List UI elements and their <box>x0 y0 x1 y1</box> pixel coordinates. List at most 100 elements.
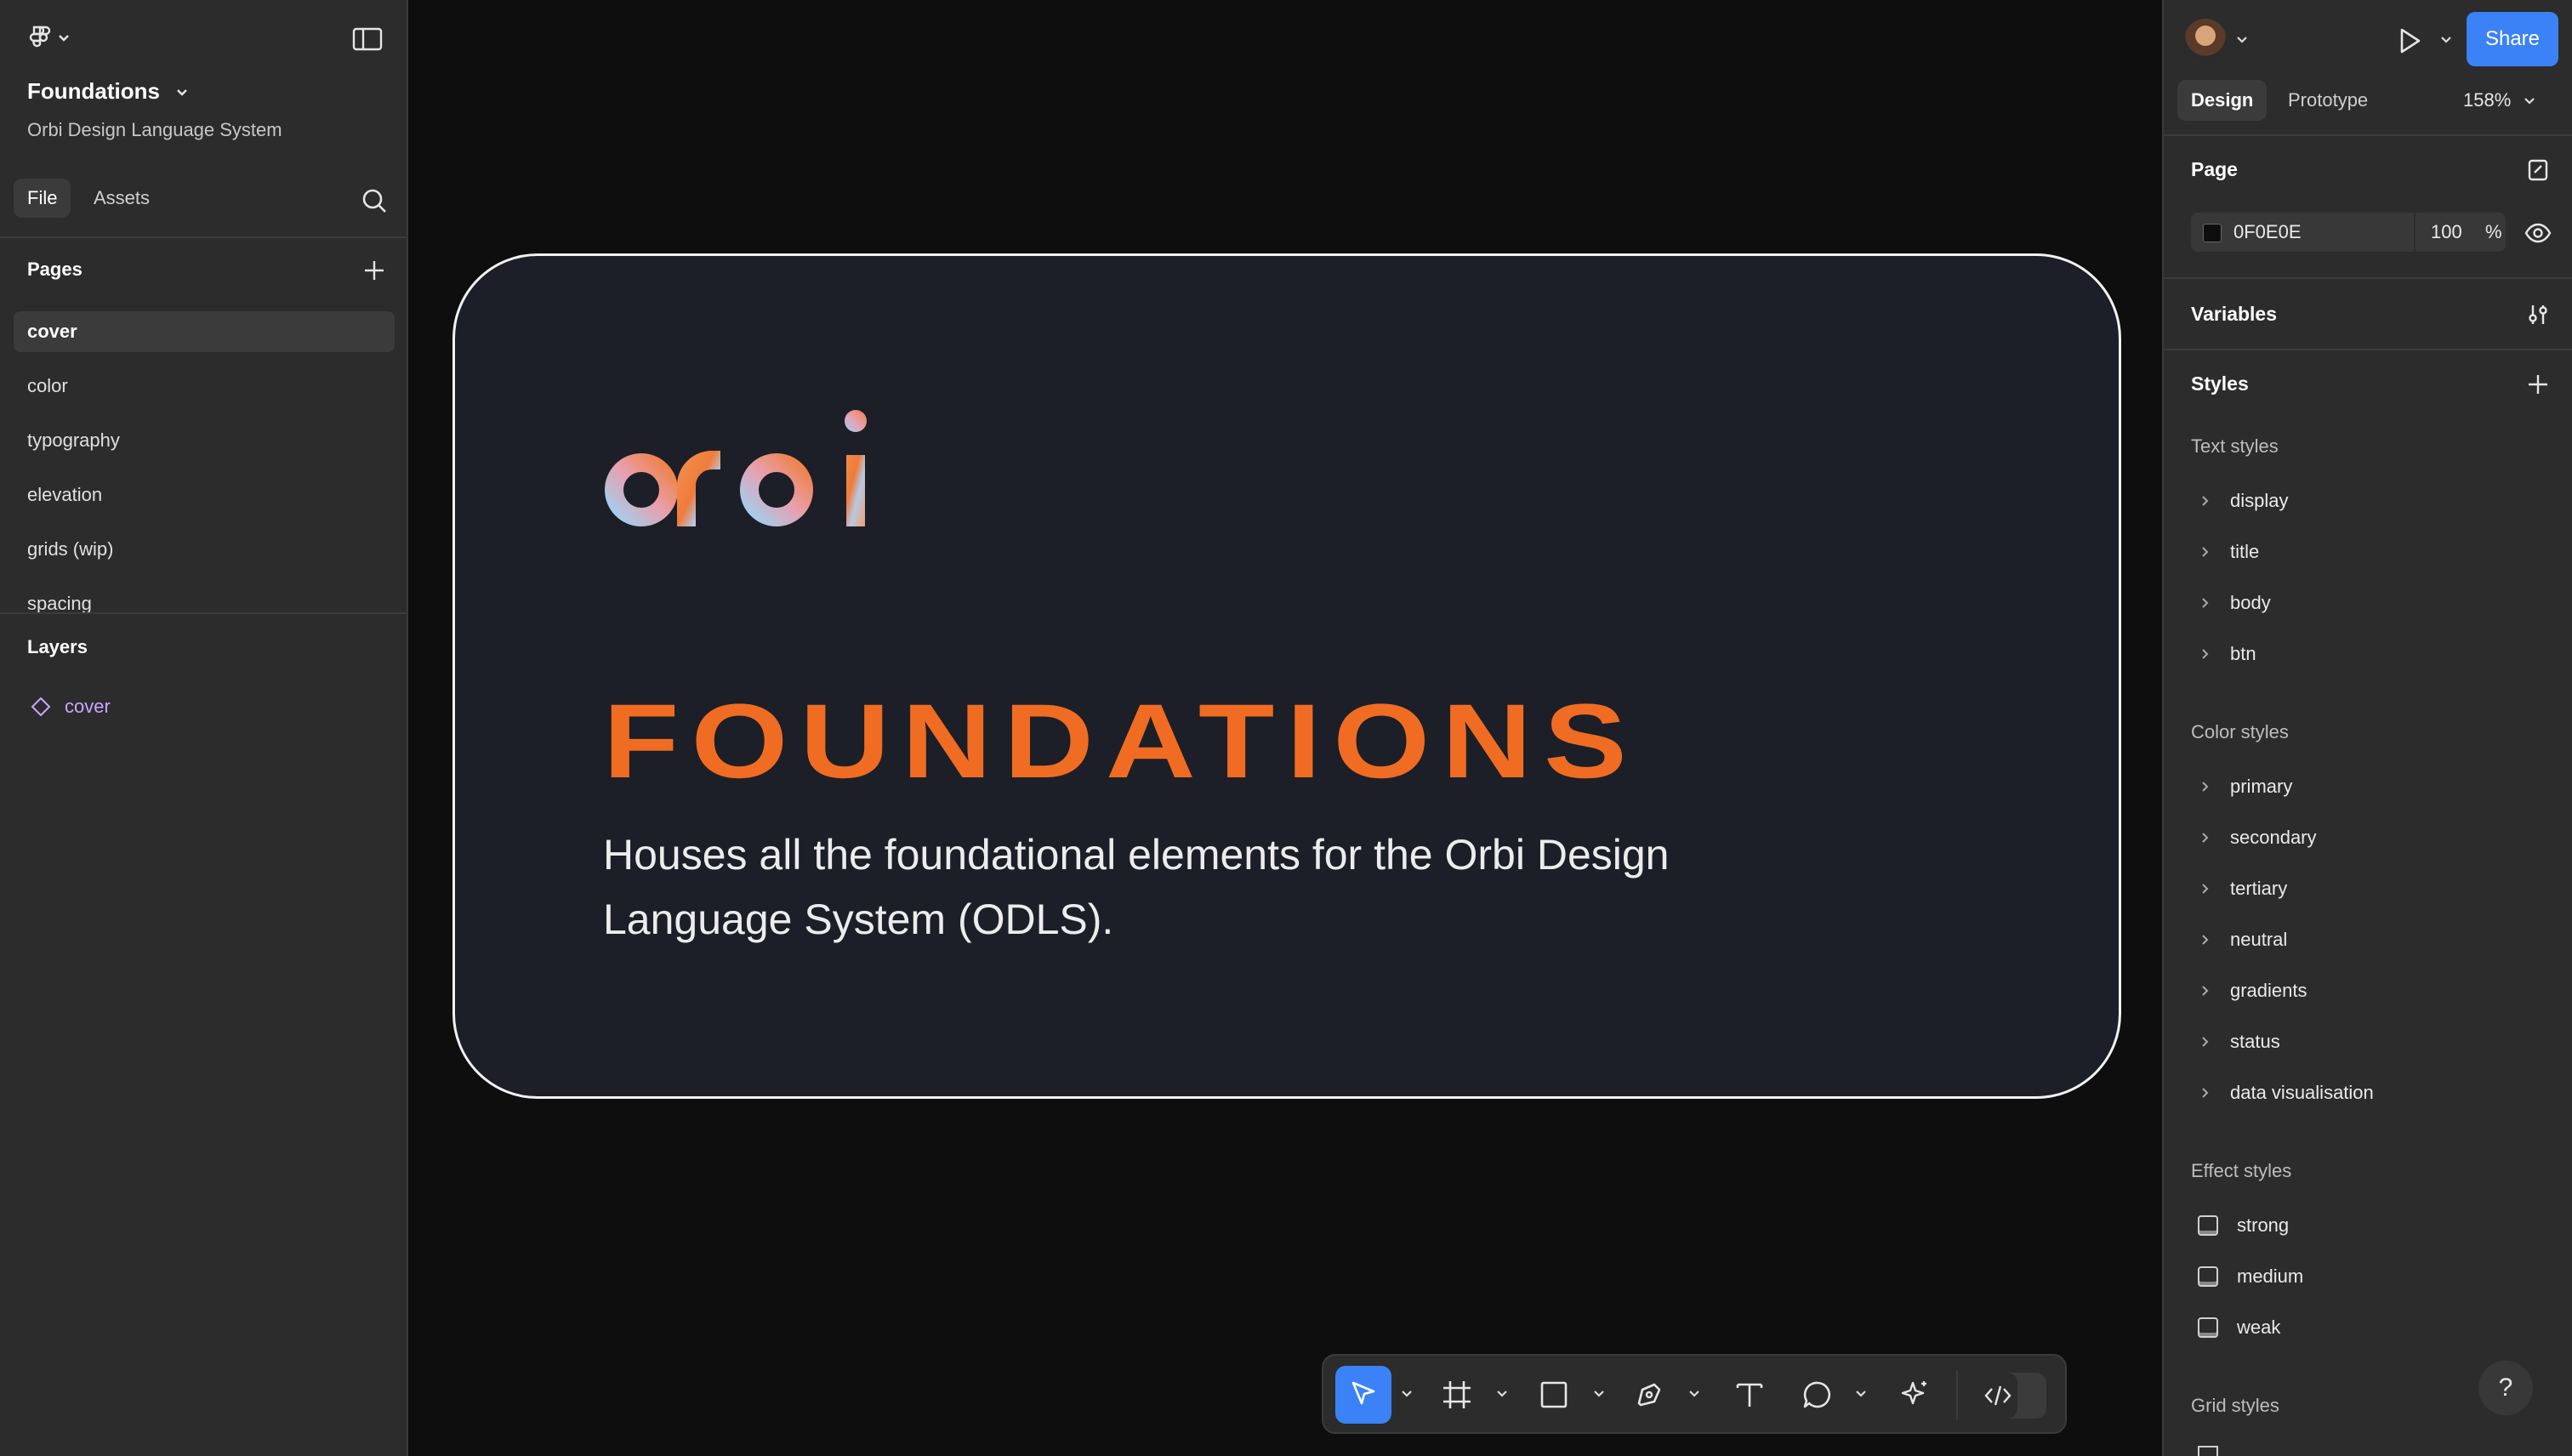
share-button[interactable]: Share <box>2467 12 2558 66</box>
zoom-menu[interactable]: 158% <box>2463 80 2536 121</box>
comment-tool-button[interactable] <box>1790 1366 1846 1424</box>
style-label: weak <box>2237 1317 2281 1338</box>
cover-description: Houses all the foundational elements for… <box>603 831 1670 943</box>
style-label: display <box>2230 490 2289 511</box>
tab-file[interactable]: File <box>14 179 71 218</box>
chevron-down-icon[interactable] <box>1852 1385 1869 1402</box>
divider[interactable] <box>0 612 408 614</box>
chevron-down-icon[interactable] <box>1686 1385 1703 1402</box>
style-label: strong <box>2237 1214 2290 1236</box>
text-style-body[interactable]: body <box>2198 592 2271 614</box>
effect-styles-heading: Effect styles <box>2191 1160 2292 1181</box>
canvas[interactable]: FOUNDATIONS Houses all the foundational … <box>408 0 2162 1456</box>
page-style-icon <box>2528 159 2548 181</box>
grid-styles-heading: Grid styles <box>2191 1395 2279 1416</box>
page-item-typography[interactable]: typography <box>14 420 395 461</box>
figma-app: Foundations Orbi Design Language System … <box>0 0 2572 1456</box>
code-icon <box>1984 1385 2012 1406</box>
tab-assets[interactable]: Assets <box>80 179 163 218</box>
color-style-secondary[interactable]: secondary <box>2198 827 2317 849</box>
rectangle-tool-button[interactable] <box>1526 1366 1582 1424</box>
text-style-btn[interactable]: btn <box>2198 643 2256 665</box>
page-item-grids[interactable]: grids (wip) <box>14 529 395 570</box>
chevron-down-icon[interactable] <box>1398 1385 1415 1402</box>
left-sidebar: Foundations Orbi Design Language System … <box>0 0 408 1456</box>
pen-tool-button[interactable] <box>1621 1366 1677 1424</box>
add-page-button[interactable] <box>357 253 391 287</box>
style-label: data visualisation <box>2230 1082 2374 1103</box>
text-styles-heading: Text styles <box>2191 435 2279 457</box>
style-label: body <box>2230 592 2271 613</box>
color-style-status[interactable]: status <box>2198 1031 2280 1053</box>
file-project-name: Orbi Design Language System <box>27 119 282 140</box>
color-style-primary[interactable]: primary <box>2198 776 2292 798</box>
chevron-right-icon <box>2202 547 2209 557</box>
present-button[interactable] <box>2390 22 2427 60</box>
color-style-tertiary[interactable]: tertiary <box>2198 878 2287 900</box>
component-icon <box>31 697 51 717</box>
layer-item-cover[interactable]: cover <box>31 696 111 718</box>
pages-list: cover color typography elevation grids (… <box>0 306 408 612</box>
chevron-right-icon <box>2202 1088 2209 1098</box>
left-tabs: File Assets <box>0 168 408 238</box>
page-settings-button[interactable] <box>2521 153 2555 187</box>
chevron-down-icon[interactable] <box>2233 31 2250 48</box>
style-label: primary <box>2230 776 2293 797</box>
move-tool-button[interactable] <box>1335 1366 1391 1424</box>
chevron-down-icon[interactable] <box>1590 1385 1608 1402</box>
color-swatch[interactable] <box>2203 224 2222 242</box>
color-style-gradients[interactable]: gradients <box>2198 980 2307 1002</box>
page-color-field[interactable]: 0F0E0E 100 % <box>2191 213 2506 252</box>
page-color-hex[interactable]: 0F0E0E <box>2233 213 2302 252</box>
page-item-elevation[interactable]: elevation <box>14 475 395 515</box>
pages-heading: Pages <box>27 259 83 280</box>
drop-shadow-icon <box>2198 1317 2218 1338</box>
sidebar-toggle-button[interactable] <box>350 24 384 54</box>
cover-frame[interactable]: FOUNDATIONS Houses all the foundational … <box>452 253 2121 1099</box>
tab-design[interactable]: Design <box>2177 80 2268 121</box>
color-style-data-visualisation[interactable]: data visualisation <box>2198 1082 2374 1104</box>
styles-heading: Styles <box>2191 373 2249 395</box>
text-style-title[interactable]: title <box>2198 541 2259 563</box>
drop-shadow-icon <box>2198 1215 2218 1236</box>
eye-icon <box>2524 223 2552 243</box>
text-style-display[interactable]: display <box>2198 490 2288 512</box>
add-style-button[interactable] <box>2521 367 2555 401</box>
file-title-menu[interactable]: Foundations <box>27 78 189 105</box>
chevron-down-icon[interactable] <box>1494 1385 1511 1402</box>
search-icon <box>362 189 386 213</box>
visibility-toggle[interactable] <box>2521 216 2555 250</box>
dev-mode-toggle[interactable] <box>1978 1373 2046 1419</box>
effect-style-strong[interactable]: strong <box>2198 1214 2289 1237</box>
figma-menu-button[interactable] <box>29 24 80 54</box>
style-label: neutral <box>2230 929 2288 950</box>
chevron-right-icon <box>2202 598 2209 608</box>
grid-icon <box>2198 1446 2218 1456</box>
cursor-arrow-icon <box>1351 1381 1375 1405</box>
page-item-spacing[interactable]: spacing <box>14 583 395 612</box>
file-title: Foundations <box>27 78 160 104</box>
help-button[interactable]: ? <box>2478 1361 2533 1415</box>
actions-tool-button[interactable] <box>1886 1366 1943 1424</box>
figma-logo-icon <box>29 26 69 48</box>
divider <box>2164 277 2572 279</box>
zoom-level: 158% <box>2463 89 2512 111</box>
page-item-cover[interactable]: cover <box>14 311 395 352</box>
color-style-neutral[interactable]: neutral <box>2198 929 2287 951</box>
page-opacity-field[interactable]: 100 % <box>2414 213 2506 252</box>
layer-label: cover <box>65 696 111 717</box>
chevron-down-icon[interactable] <box>2438 31 2455 48</box>
sidebar-layout-icon <box>352 27 383 51</box>
tab-prototype[interactable]: Prototype <box>2274 80 2381 121</box>
variables-heading: Variables <box>2191 303 2278 325</box>
effect-style-medium[interactable]: medium <box>2198 1265 2303 1288</box>
frame-tool-button[interactable] <box>1429 1366 1485 1424</box>
page-item-color[interactable]: color <box>14 366 395 407</box>
style-label: status <box>2230 1031 2280 1052</box>
variables-button[interactable] <box>2521 298 2555 332</box>
effect-style-weak[interactable]: weak <box>2198 1317 2280 1339</box>
search-button[interactable] <box>357 184 391 218</box>
style-label: tertiary <box>2230 878 2288 899</box>
user-avatar[interactable] <box>2184 19 2227 61</box>
text-tool-button[interactable] <box>1721 1366 1778 1424</box>
